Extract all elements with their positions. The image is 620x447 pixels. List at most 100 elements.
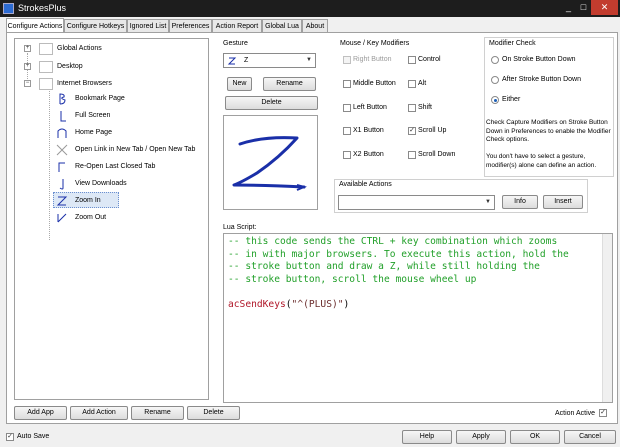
tree-item-action[interactable]: Home Page — [75, 129, 112, 136]
code-comment-line: -- stroke button and draw a Z, while sti… — [228, 261, 540, 273]
modifier-check-note: You don't have to select a gesture, modi… — [486, 153, 597, 169]
help-button[interactable]: Help — [402, 430, 452, 444]
tab-about[interactable]: About — [302, 19, 328, 33]
app-node-icon — [39, 61, 53, 73]
close-button[interactable]: ✕ — [591, 0, 618, 15]
radio-on-stroke-button-down[interactable] — [491, 56, 499, 64]
right-button-checkbox — [343, 56, 351, 64]
rename-button[interactable]: Rename — [131, 406, 184, 420]
tab-global-lua[interactable]: Global Lua — [262, 19, 302, 33]
lua-script-editor[interactable]: -- this code sends the CTRL + key combin… — [223, 233, 613, 403]
add-action-button[interactable]: Add Action — [70, 406, 128, 420]
tree-item-action[interactable]: Re-Open Last Closed Tab — [75, 163, 155, 170]
gesture-icon — [227, 57, 237, 65]
tab-preferences[interactable]: Preferences — [169, 19, 212, 33]
tree-item-action[interactable]: Full Screen — [75, 112, 110, 119]
tree-item-action[interactable]: Zoom Out — [75, 214, 106, 221]
x2-button-label: X2 Button — [353, 151, 384, 158]
right-button-label: Right Button — [353, 56, 392, 63]
radio-after-stroke-button-down[interactable] — [491, 76, 499, 84]
add-app-button[interactable]: Add App — [14, 406, 67, 420]
left-button-checkbox[interactable] — [343, 104, 351, 112]
tree-item-action-selected[interactable]: Zoom In — [75, 197, 101, 204]
tree-item-action[interactable]: Open Link in New Tab / Open New Tab — [75, 146, 195, 153]
chevron-down-icon: ▼ — [485, 199, 491, 205]
gesture-rename-button[interactable]: Rename — [263, 77, 316, 91]
alt-label: Alt — [418, 80, 427, 87]
available-actions-select[interactable]: ▼ — [338, 195, 495, 210]
x1-button-checkbox[interactable] — [343, 127, 351, 135]
tree-guide — [49, 88, 50, 240]
z-gesture-drawing — [232, 136, 307, 191]
gesture-icon — [56, 144, 68, 156]
code-comment-line: -- stroke button, scroll the mouse wheel… — [228, 273, 477, 285]
action-active-label: Action Active — [555, 410, 596, 417]
modifier-check-heading: Modifier Check — [489, 40, 536, 47]
x1-button-label: X1 Button — [353, 127, 384, 134]
gesture-heading: Gesture — [223, 40, 248, 47]
expander-icon[interactable]: + — [24, 63, 31, 70]
action-tree[interactable]: + Global Actions + Desktop − Internet Br… — [14, 38, 209, 400]
scroll-up-label: Scroll Up — [418, 127, 447, 134]
auto-save-label: Auto Save — [17, 433, 50, 440]
app-node-icon — [39, 43, 53, 55]
auto-save-checkbox[interactable]: ✓ — [6, 433, 14, 441]
delete-button[interactable]: Delete — [187, 406, 240, 420]
gesture-delete-button[interactable]: Delete — [225, 96, 318, 110]
code-function: acSendKeys — [228, 298, 286, 310]
middle-button-checkbox[interactable] — [343, 80, 351, 88]
lua-script-heading: Lua Script: — [223, 224, 257, 231]
gesture-icon — [57, 213, 67, 223]
tab-configure-actions[interactable]: Configure Actions — [6, 18, 64, 33]
radio-either[interactable] — [491, 96, 499, 104]
cancel-button[interactable]: Cancel — [564, 430, 616, 444]
code-string: "^(PLUS)" — [291, 298, 344, 310]
tree-item-desktop[interactable]: Desktop — [57, 63, 83, 70]
info-button[interactable]: Info — [502, 195, 538, 209]
ok-button[interactable]: OK — [510, 430, 560, 444]
tree-item-action[interactable]: Bookmark Page — [75, 95, 125, 102]
available-actions-heading: Available Actions — [339, 181, 392, 188]
scroll-up-checkbox[interactable]: ✓ — [408, 127, 416, 135]
code-call-line: acSendKeys("^(PLUS)") — [228, 299, 608, 312]
code-comment-line: -- in with major browsers. To execute th… — [228, 248, 569, 260]
window-title: StrokesPlus — [18, 3, 67, 13]
tab-configure-hotkeys[interactable]: Configure Hotkeys — [64, 19, 127, 33]
gesture-select-value: Z — [244, 57, 249, 64]
shift-checkbox[interactable] — [408, 104, 416, 112]
shift-label: Shift — [418, 104, 433, 111]
modifiers-heading: Mouse / Key Modifiers — [340, 40, 410, 47]
chevron-down-icon: ▼ — [306, 57, 312, 63]
maximize-button[interactable]: □ — [576, 0, 591, 15]
tree-item-internet-browsers[interactable]: Internet Browsers — [57, 80, 112, 87]
control-label: Control — [418, 56, 441, 63]
action-active-checkbox[interactable]: ✓ — [599, 409, 607, 417]
apply-button[interactable]: Apply — [456, 430, 506, 444]
modifier-check-note: Check Capture Modifiers on Stroke Button… — [486, 119, 611, 143]
tab-ignored-list[interactable]: Ignored List — [127, 19, 169, 33]
gesture-icon — [56, 196, 68, 206]
editor-scrollbar[interactable] — [602, 234, 612, 402]
gesture-icon — [60, 111, 66, 122]
radio-label: On Stroke Button Down — [502, 56, 576, 63]
control-checkbox[interactable] — [408, 56, 416, 64]
gesture-select[interactable]: Z ▼ — [223, 53, 316, 68]
expander-icon[interactable]: + — [24, 45, 31, 52]
gesture-preview — [223, 115, 318, 210]
gesture-icon — [59, 179, 64, 190]
x2-button-checkbox[interactable] — [343, 151, 351, 159]
left-button-label: Left Button — [353, 104, 387, 111]
radio-label: After Stroke Button Down — [502, 76, 581, 83]
middle-button-label: Middle Button — [353, 80, 396, 87]
gesture-icon — [57, 128, 67, 138]
tab-action-report[interactable]: Action Report — [212, 19, 262, 33]
title-bar: StrokesPlus _ □ ✕ — [0, 0, 620, 17]
tree-item-global-actions[interactable]: Global Actions — [57, 45, 102, 52]
alt-checkbox[interactable] — [408, 80, 416, 88]
tree-item-action[interactable]: View Downloads — [75, 180, 127, 187]
minimize-button[interactable]: _ — [561, 0, 576, 15]
insert-button[interactable]: Insert — [543, 195, 583, 209]
expander-icon[interactable]: − — [24, 80, 31, 87]
gesture-new-button[interactable]: New — [227, 77, 252, 91]
scroll-down-checkbox[interactable] — [408, 151, 416, 159]
